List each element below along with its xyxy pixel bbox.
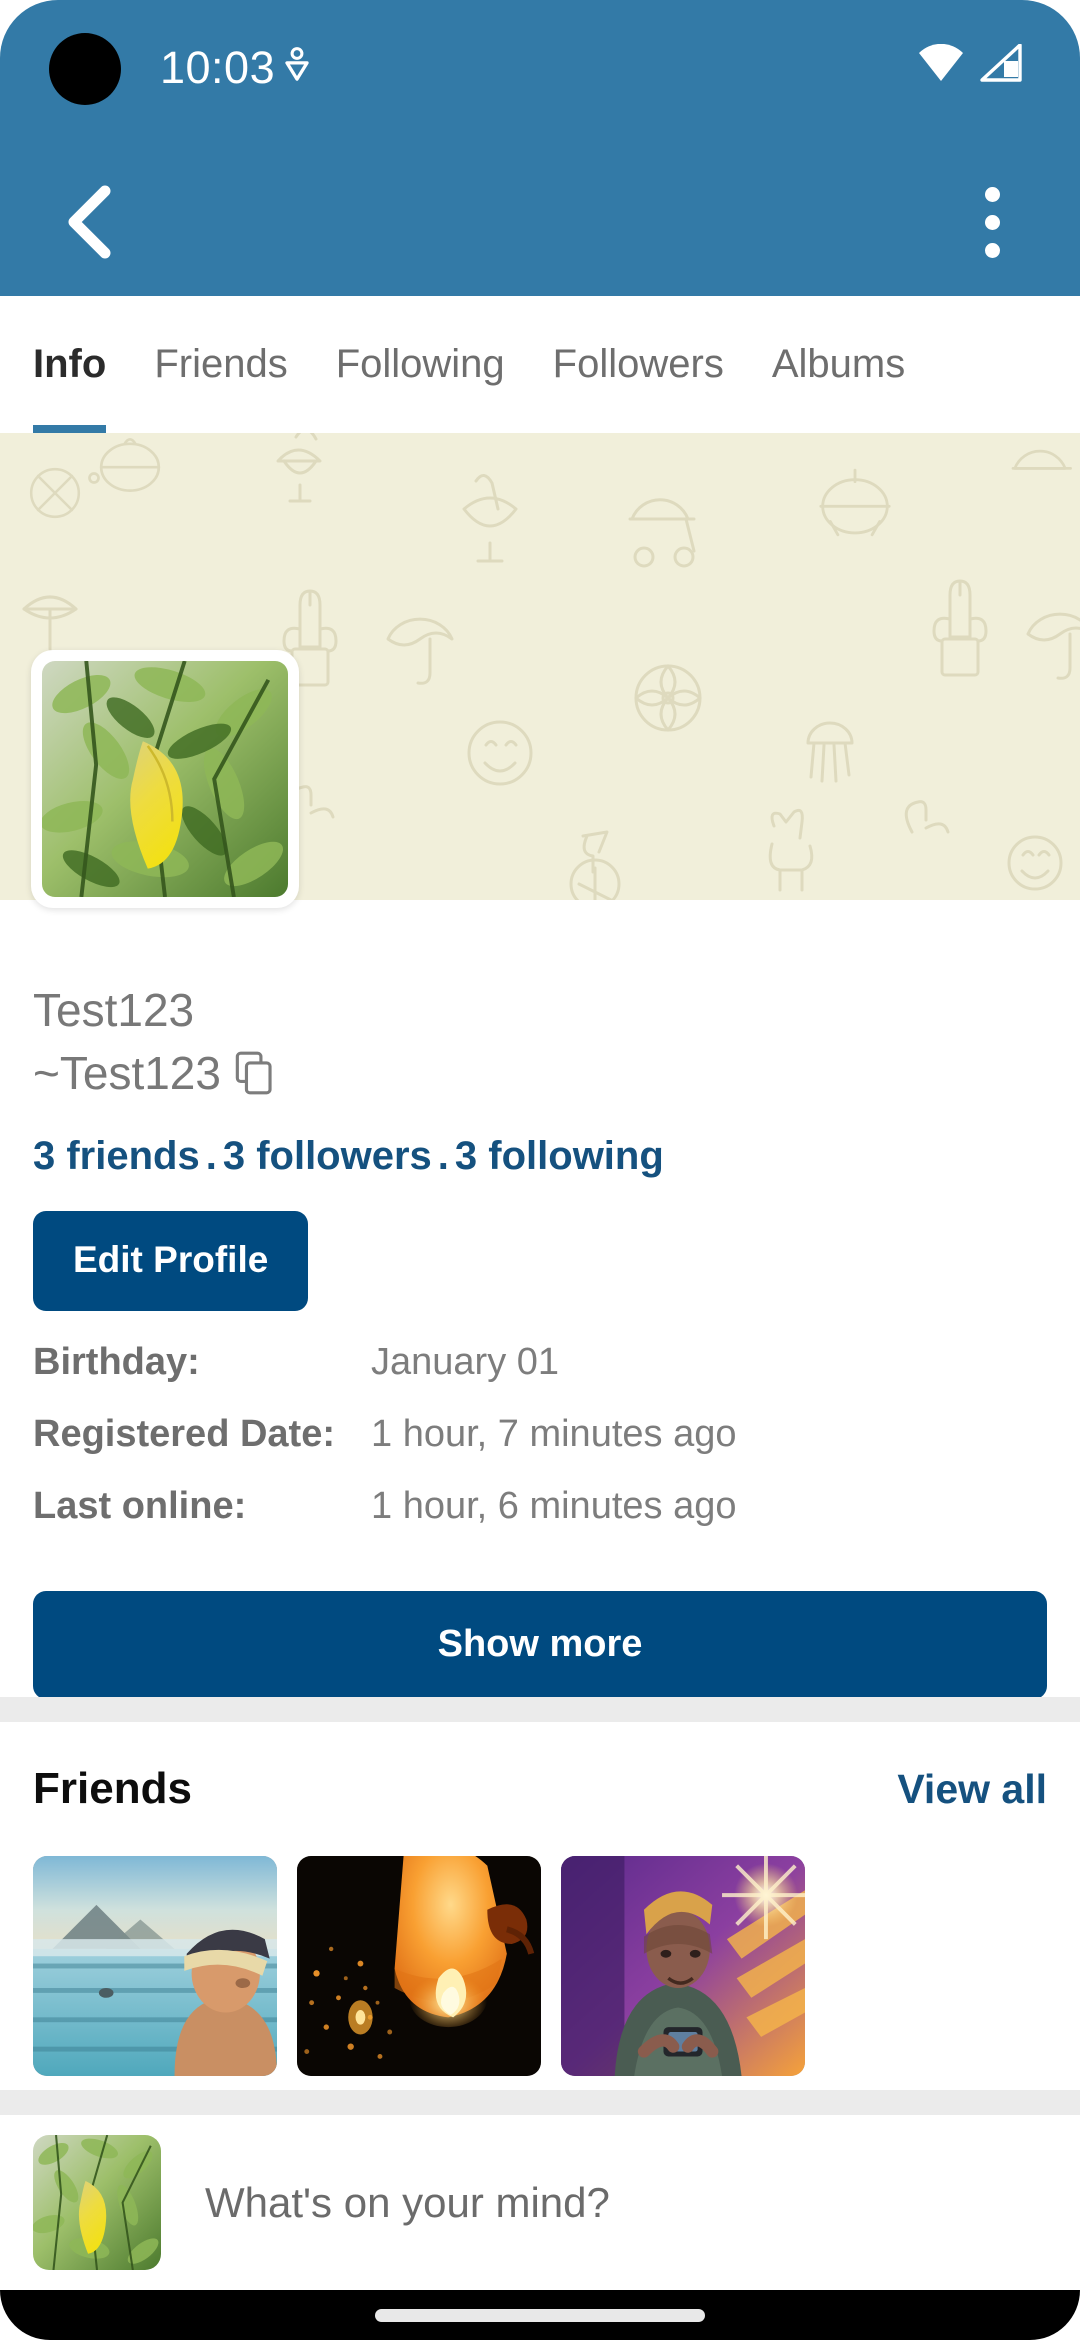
info-label-registered-date: Registered Date: bbox=[33, 1413, 335, 1455]
info-row-last-online: Last online: 1 hour, 6 minutes ago bbox=[33, 1485, 1080, 1557]
status-bar-clock: 10:03 bbox=[160, 42, 276, 93]
wifi-icon bbox=[919, 44, 963, 81]
profile-avatar[interactable] bbox=[31, 650, 299, 908]
leaves-photo-graphic-small bbox=[33, 2135, 161, 2270]
info-value-registered-date: 1 hour, 7 minutes ago bbox=[371, 1413, 737, 1455]
tab-friends[interactable]: Friends bbox=[130, 296, 311, 433]
edit-profile-button[interactable]: Edit Profile bbox=[33, 1211, 309, 1311]
stats-separator-2: . bbox=[437, 1134, 449, 1178]
profile-info-section: Test123 ~Test123 3 friends. 3 followers. 3… bbox=[0, 900, 1080, 1699]
friend-thumbnail-1[interactable] bbox=[33, 1856, 277, 2076]
portrait-sunflare-photo-graphic bbox=[561, 1856, 805, 2076]
friends-section-header: Friends View all bbox=[0, 1722, 1080, 1856]
friends-section-title: Friends bbox=[33, 1764, 192, 1813]
tab-albums-label: Albums bbox=[771, 342, 906, 386]
tab-followers[interactable]: Followers bbox=[529, 296, 748, 433]
phone-screen: 10:03 Info Friends Following Followers A… bbox=[0, 0, 1080, 2340]
tab-info[interactable]: Info bbox=[33, 296, 130, 433]
copy-icon[interactable] bbox=[235, 1051, 273, 1095]
friends-view-all-link[interactable]: View all bbox=[897, 1766, 1047, 1813]
stats-followers-link[interactable]: 3 followers bbox=[223, 1134, 432, 1178]
post-composer[interactable] bbox=[0, 2115, 1080, 2290]
profile-tab-bar[interactable]: Info Friends Following Followers Albums bbox=[0, 296, 1080, 433]
friends-section: Friends View all bbox=[0, 1722, 1080, 2076]
tab-friends-label: Friends bbox=[154, 342, 288, 386]
cellular-signal-icon bbox=[980, 44, 1022, 82]
friend-thumbnail-3[interactable] bbox=[561, 1856, 805, 2076]
overflow-menu-button[interactable] bbox=[932, 162, 1052, 282]
tab-albums[interactable]: Albums bbox=[748, 296, 929, 433]
status-bar: 10:03 bbox=[0, 0, 1080, 150]
tab-following[interactable]: Following bbox=[312, 296, 529, 433]
info-value-last-online: 1 hour, 6 minutes ago bbox=[371, 1485, 737, 1527]
avatar-photo bbox=[42, 661, 288, 897]
tab-followers-label: Followers bbox=[552, 342, 724, 386]
location-icon bbox=[285, 47, 309, 81]
profile-detail-rows: Birthday: January 01 Registered Date: 1 … bbox=[33, 1341, 1080, 1557]
info-value-birthday: January 01 bbox=[371, 1341, 560, 1383]
profile-handle-row: ~Test123 bbox=[33, 1046, 1080, 1100]
show-more-button[interactable]: Show more bbox=[33, 1591, 1047, 1699]
tab-following-label: Following bbox=[335, 342, 505, 386]
status-bar-icons bbox=[918, 44, 1022, 82]
info-label-last-online: Last online: bbox=[33, 1485, 247, 1527]
android-navigation-bar bbox=[0, 2290, 1080, 2340]
composer-avatar[interactable] bbox=[33, 2135, 161, 2270]
profile-stats: 3 friends. 3 followers. 3 following bbox=[33, 1134, 1080, 1179]
friends-thumbnail-strip bbox=[0, 1856, 1080, 2076]
more-vertical-icon-dot-2 bbox=[984, 214, 1000, 230]
leaves-photo-graphic bbox=[42, 661, 288, 897]
home-gesture-pill[interactable] bbox=[375, 2308, 705, 2322]
more-vertical-icon-dot-3 bbox=[984, 242, 1000, 258]
app-bar bbox=[0, 150, 1080, 296]
stats-separator-1: . bbox=[205, 1134, 217, 1178]
section-divider-1 bbox=[0, 1697, 1080, 1722]
back-button[interactable] bbox=[28, 162, 148, 282]
info-row-birthday: Birthday: January 01 bbox=[33, 1341, 1080, 1413]
more-vertical-icon-dot-1 bbox=[984, 186, 1000, 202]
info-row-registered-date: Registered Date: 1 hour, 7 minutes ago bbox=[33, 1413, 1080, 1485]
beach-photo-graphic bbox=[33, 1856, 277, 2076]
section-divider-2 bbox=[0, 2090, 1080, 2115]
sky-lantern-photo-graphic bbox=[297, 1856, 541, 2076]
profile-display-name: Test123 bbox=[33, 984, 195, 1036]
composer-input[interactable] bbox=[205, 2178, 985, 2227]
stats-following-link[interactable]: 3 following bbox=[455, 1134, 664, 1178]
info-label-birthday: Birthday: bbox=[33, 1341, 200, 1383]
stats-friends-link[interactable]: 3 friends bbox=[33, 1134, 200, 1178]
friend-thumbnail-2[interactable] bbox=[297, 1856, 541, 2076]
profile-handle: ~Test123 bbox=[33, 1047, 221, 1099]
camera-punch-hole bbox=[49, 33, 121, 105]
back-chevron-icon bbox=[68, 185, 111, 259]
tab-info-label: Info bbox=[33, 342, 107, 386]
